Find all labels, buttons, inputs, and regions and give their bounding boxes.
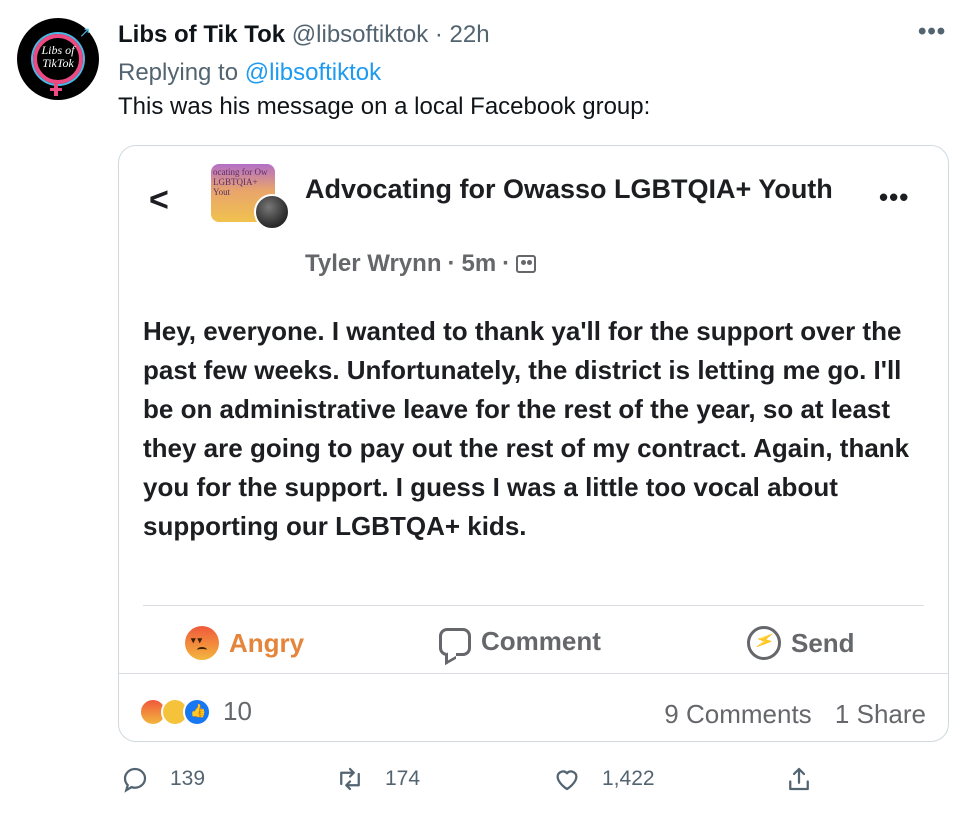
group-thumbnail-text: ocating for Ow LGBTQIA+ Yout <box>213 167 268 197</box>
group-privacy-icon <box>516 255 537 273</box>
share-icon <box>789 767 809 791</box>
reaction-summary: 10 <box>139 696 252 727</box>
comment-label: Comment <box>481 626 601 656</box>
embedded-image[interactable]: < ocating for Ow LGBTQIA+ Yout Advocatin… <box>118 145 949 742</box>
comment-count: 9 Comments <box>664 699 812 729</box>
divider <box>143 605 924 606</box>
poster-avatar <box>254 194 290 230</box>
tweet-header: Libs of Tik Tok @libsoftiktok · 22h <box>118 20 490 50</box>
post-author: Tyler Wrynn <box>305 250 442 277</box>
avatar-arrow-icon: ↗ <box>79 24 91 40</box>
author-name[interactable]: Libs of Tik Tok <box>118 21 285 48</box>
comment-icon <box>439 627 471 656</box>
tweet-text: This was his message on a local Facebook… <box>118 93 651 120</box>
avatar-logo: ↗ Libs of TikTok <box>29 24 91 96</box>
author-handle[interactable]: @libsoftiktok <box>292 21 428 48</box>
meta-separator: · <box>502 250 511 277</box>
angry-label: Angry <box>229 627 305 658</box>
divider <box>119 673 948 674</box>
comment-button: Comment <box>439 626 601 657</box>
meta-separator: · <box>447 250 456 277</box>
heart-icon <box>556 770 578 791</box>
reply-prefix: Replying to <box>118 59 239 86</box>
avatar[interactable]: ↗ Libs of TikTok <box>17 18 99 100</box>
reply-count: 139 <box>170 767 206 790</box>
tweet-time[interactable]: 22h <box>450 21 490 48</box>
avatar-text: Libs of TikTok <box>41 43 75 70</box>
avatar-cross-bar <box>50 88 62 91</box>
more-options-icon[interactable]: ••• <box>918 18 946 46</box>
messenger-icon <box>747 626 781 660</box>
back-icon: < <box>149 181 169 219</box>
like-button[interactable]: 1,422 <box>552 764 655 794</box>
post-time: 5m <box>461 250 497 277</box>
header-separator: · <box>434 21 443 48</box>
send-button: Send <box>747 626 855 660</box>
post-stats: 9 Comments 1 Share <box>664 699 926 730</box>
send-label: Send <box>791 627 855 658</box>
retweet-button[interactable]: 174 <box>335 764 420 794</box>
fb-more-icon: ••• <box>879 182 910 212</box>
reaction-count: 10 <box>223 696 252 726</box>
group-name: Advocating for Owasso LGBTQIA+ Youth <box>305 174 833 204</box>
post-body: Hey, everyone. I wanted to thank ya'll f… <box>143 316 910 541</box>
angry-face-icon <box>185 626 219 660</box>
like-reaction-icon <box>183 697 211 726</box>
post-meta: Tyler Wrynn · 5m · <box>305 250 537 278</box>
reply-handle-link[interactable]: @libsoftiktok <box>245 59 381 86</box>
share-count: 1 Share <box>834 699 926 729</box>
retweet-count: 174 <box>385 767 421 790</box>
like-count: 1,422 <box>602 767 655 790</box>
angry-reaction-button: Angry <box>185 626 304 660</box>
retweet-icon <box>340 767 360 791</box>
reply-icon <box>123 767 147 793</box>
reply-context: Replying to @libsoftiktok <box>118 58 381 88</box>
share-button[interactable] <box>784 764 814 794</box>
reply-button[interactable]: 139 <box>120 764 205 794</box>
